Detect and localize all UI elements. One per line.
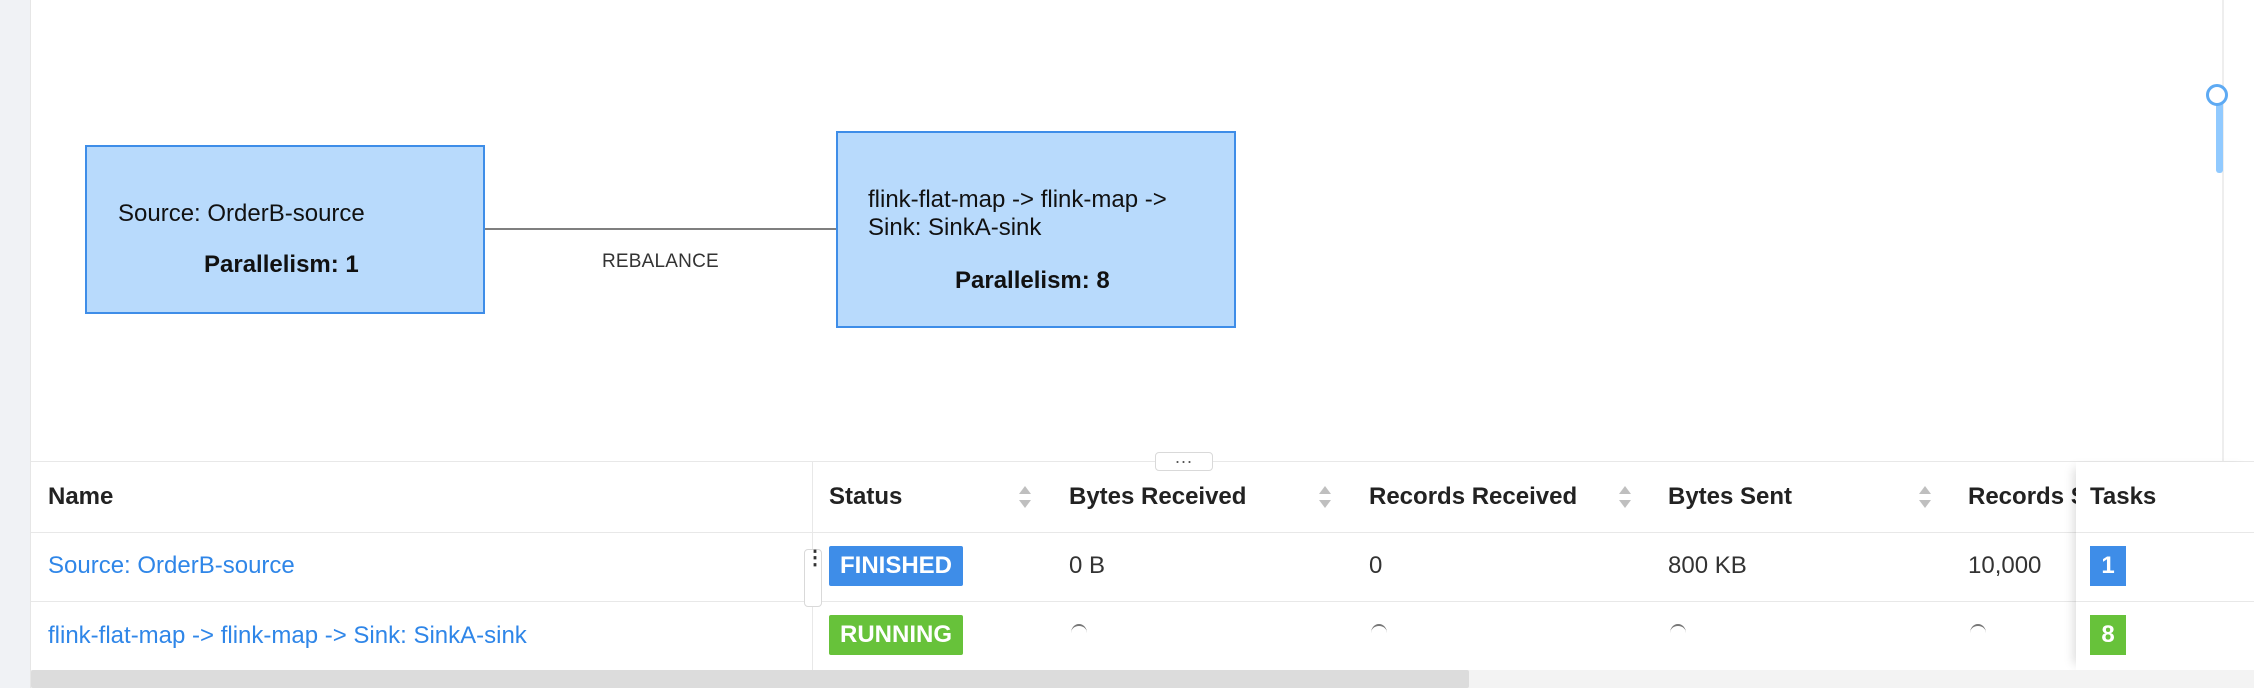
graph-edge-arrow — [485, 223, 857, 235]
column-header-bytes-received[interactable]: Bytes Received — [1069, 462, 1246, 532]
graph-node-source[interactable]: Source: OrderB-source Parallelism: 1 — [85, 145, 485, 314]
row-divider — [31, 601, 2254, 602]
loading-spinner-icon — [1371, 624, 1387, 642]
status-badge: RUNNING — [829, 615, 963, 655]
loading-spinner-icon — [1670, 624, 1686, 642]
loading-spinner-icon — [1071, 624, 1087, 642]
records-sent-value: 10,000 — [1968, 552, 2042, 579]
horizontal-scrollbar-thumb[interactable] — [31, 670, 1469, 688]
task-count-badge[interactable]: 1 — [2090, 546, 2126, 586]
canvas-right-border — [2222, 0, 2224, 461]
records-received-value: 0 — [1369, 552, 1383, 579]
left-gutter — [0, 0, 31, 688]
column-header-records-received[interactable]: Records Received — [1369, 462, 1577, 532]
sort-icon[interactable] — [1618, 484, 1632, 510]
horizontal-scrollbar[interactable] — [31, 670, 2254, 688]
column-header-records-sent[interactable]: Records S — [1968, 462, 2087, 532]
zoom-slider-track[interactable] — [2216, 98, 2223, 173]
column-header-name[interactable]: Name — [48, 462, 113, 532]
status-badge: FINISHED — [829, 546, 964, 586]
sort-icon[interactable] — [1018, 484, 1032, 510]
bytes-received-value: 0 B — [1069, 552, 1106, 579]
row-divider — [31, 532, 2254, 533]
row-divider — [2076, 532, 2254, 533]
column-header-bytes-sent[interactable]: Bytes Sent — [1668, 462, 1792, 532]
job-graph-canvas[interactable]: Source: OrderB-source Parallelism: 1 REB… — [31, 0, 2254, 461]
loading-spinner-icon — [1970, 624, 1986, 642]
task-count-badge[interactable]: 8 — [2090, 615, 2126, 655]
bytes-sent-value: 800 KB — [1668, 552, 1747, 579]
graph-node-sink[interactable]: flink-flat-map -> flink-map -> Sink: Sin… — [836, 131, 1236, 328]
column-header-status[interactable]: Status — [829, 462, 902, 532]
node-parallelism: Parallelism: 8 — [955, 267, 1110, 294]
vertex-table: Name Status Bytes Received Records Recei… — [31, 462, 2254, 670]
sort-icon[interactable] — [1318, 484, 1332, 510]
column-resize-handle[interactable]: ⋮ — [804, 548, 825, 607]
node-title: Source: OrderB-source — [118, 200, 365, 227]
zoom-slider-handle[interactable] — [2206, 84, 2228, 106]
tasks-column: Tasks 1 8 — [2076, 462, 2254, 670]
node-title: flink-flat-map -> flink-map -> Sink: Sin… — [868, 186, 1167, 241]
vertex-name-link[interactable]: flink-flat-map -> flink-map -> Sink: Sin… — [48, 622, 527, 650]
sort-icon[interactable] — [1918, 484, 1932, 510]
node-parallelism: Parallelism: 1 — [204, 251, 359, 278]
column-header-tasks[interactable]: Tasks — [2090, 462, 2156, 532]
edge-label: REBALANCE — [602, 251, 719, 272]
vertex-name-link[interactable]: Source: OrderB-source — [48, 552, 295, 580]
row-divider — [2076, 601, 2254, 602]
